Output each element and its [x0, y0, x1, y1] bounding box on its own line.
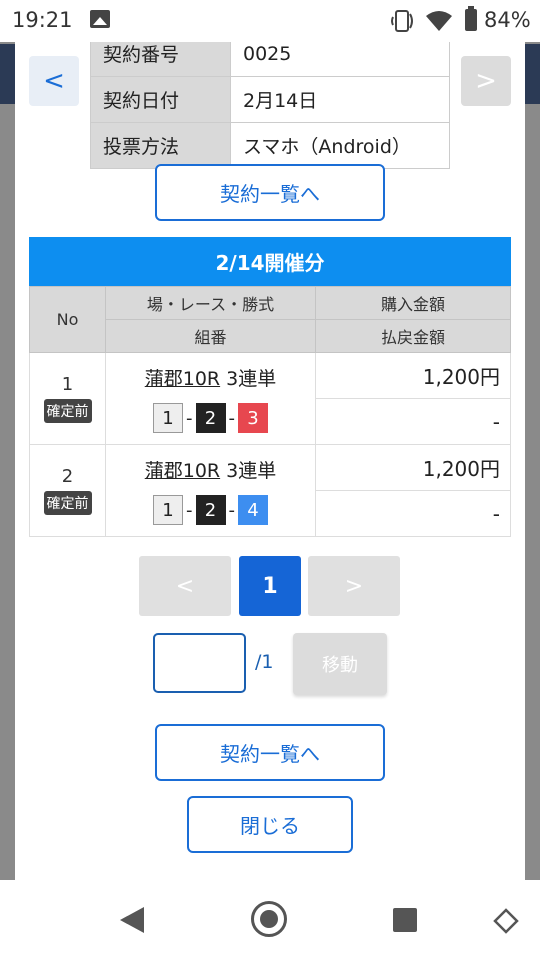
bet-race-cell: 蒲郡10R 3連単 1 - 2 - 4	[105, 444, 316, 537]
system-nav-bar	[0, 880, 540, 960]
payout-amount: -	[315, 490, 511, 537]
status-badge: 確定前	[43, 399, 92, 423]
status-time: 19:21	[12, 8, 73, 32]
section-title: 2/14開催分	[29, 237, 511, 286]
page-total: /1	[255, 651, 274, 673]
header-purchase: 購入金額	[315, 286, 511, 320]
wifi-icon	[426, 11, 452, 31]
chevron-right-icon: >	[344, 573, 364, 599]
info-value: 2月14日	[230, 76, 450, 123]
boat-number: 2	[195, 403, 226, 433]
table-row: 2 確定前 蒲郡10R 3連単 1 - 2 - 4 1,200円	[29, 444, 511, 537]
info-row: 契約日付 2月14日	[90, 76, 450, 123]
header-combo: 組番	[105, 319, 316, 353]
boat-number: 4	[238, 495, 268, 525]
contract-detail-modal: < > 契約番号 0025 契約日付 2月14日 投票方法 スマホ（Androi…	[15, 42, 525, 880]
contract-info-table: 契約番号 0025 契約日付 2月14日 投票方法 スマホ（Android）	[90, 42, 450, 169]
header-no: No	[29, 286, 106, 353]
back-icon[interactable]	[120, 907, 144, 933]
combo: 1 - 2 - 4	[106, 495, 315, 525]
pager-current-page[interactable]: 1	[239, 556, 301, 616]
boat-number: 3	[238, 403, 268, 433]
rotate-icon[interactable]	[492, 907, 520, 935]
boat-number: 2	[195, 495, 226, 525]
home-icon[interactable]	[251, 901, 287, 937]
page-number-input[interactable]	[153, 633, 246, 693]
info-row: 投票方法 スマホ（Android）	[90, 122, 450, 169]
nfc-icon	[391, 10, 413, 32]
close-button[interactable]: 閉じる	[187, 796, 353, 853]
combo: 1 - 2 - 3	[106, 403, 315, 433]
bet-no-cell: 2 確定前	[29, 444, 106, 537]
gallery-icon	[90, 10, 110, 28]
battery-level: 84%	[484, 8, 531, 32]
bet-race-cell: 蒲郡10R 3連単 1 - 2 - 3	[105, 352, 316, 445]
header-payout: 払戻金額	[315, 319, 511, 353]
boat-number: 1	[153, 403, 183, 433]
bets-table: No 場・レース・勝式 購入金額 組番 払戻金額 1 確定前 蒲郡10R 3連単…	[29, 286, 511, 537]
boat-number: 1	[153, 495, 183, 525]
status-bar: 19:21 84%	[0, 0, 540, 42]
info-row: 契約番号 0025	[90, 42, 450, 77]
purchase-amount: 1,200円	[315, 444, 511, 491]
race-link[interactable]: 蒲郡10R	[145, 368, 220, 390]
next-contract-button[interactable]: >	[461, 56, 511, 106]
table-header-row: No 場・レース・勝式 購入金額	[29, 286, 511, 353]
bet-no-cell: 1 確定前	[29, 352, 106, 445]
chevron-right-icon: >	[475, 66, 497, 96]
prev-contract-button[interactable]: <	[29, 56, 79, 106]
info-label: 契約日付	[90, 76, 231, 123]
header-race: 場・レース・勝式	[105, 286, 316, 320]
contract-list-button[interactable]: 契約一覧へ	[155, 724, 385, 781]
bet-number: 2	[61, 466, 74, 487]
recent-apps-icon[interactable]	[393, 908, 417, 932]
pager-prev-button[interactable]: <	[139, 556, 231, 616]
battery-icon	[465, 6, 477, 31]
move-button[interactable]: 移動	[293, 633, 387, 695]
pager-next-button[interactable]: >	[308, 556, 400, 616]
chevron-left-icon: <	[175, 573, 195, 599]
bet-number: 1	[61, 374, 74, 395]
bet-type: 3連単	[226, 368, 277, 390]
table-row: 1 確定前 蒲郡10R 3連単 1 - 2 - 3 1,200円	[29, 352, 511, 445]
payout-amount: -	[315, 398, 511, 445]
bet-type: 3連単	[226, 460, 277, 482]
race-link[interactable]: 蒲郡10R	[145, 460, 220, 482]
info-label: 投票方法	[90, 122, 231, 169]
info-value: 0025	[230, 42, 450, 77]
info-value: スマホ（Android）	[230, 122, 450, 169]
contract-list-button[interactable]: 契約一覧へ	[155, 164, 385, 221]
purchase-amount: 1,200円	[315, 352, 511, 399]
chevron-left-icon: <	[43, 66, 65, 96]
status-badge: 確定前	[43, 491, 92, 515]
info-label: 契約番号	[90, 42, 231, 77]
